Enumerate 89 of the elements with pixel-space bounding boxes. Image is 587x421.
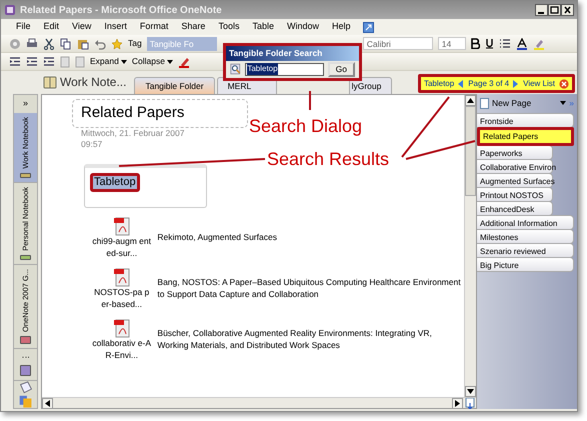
page-tab[interactable]: Frontside <box>477 112 574 128</box>
section-tab[interactable]: lyGroup <box>348 77 392 94</box>
menu-item[interactable]: View <box>71 20 92 34</box>
highlighted-note: Tabletop <box>90 173 140 192</box>
undo-icon[interactable] <box>94 38 106 50</box>
page-tab[interactable]: Collaborative Environ <box>477 158 553 174</box>
page-count: Page 3 of 4 <box>468 78 510 90</box>
tag-button[interactable]: Tag <box>128 37 142 50</box>
previous-icon[interactable] <box>458 80 464 88</box>
search-input[interactable]: Tabletop <box>245 62 324 76</box>
menu-item[interactable]: Share <box>180 20 206 34</box>
scroll-up-button[interactable] <box>465 95 476 106</box>
search-query: Tabletop <box>424 78 454 90</box>
window-title: Related Papers - Microsoft Office OneNote <box>20 4 222 18</box>
file-name[interactable]: chi99-augm ented-sur... <box>92 236 152 260</box>
font-color-icon[interactable] <box>516 38 528 50</box>
page-title: Related Papers <box>72 99 248 128</box>
menu-item[interactable]: Edit <box>42 20 60 34</box>
file-name[interactable]: collaborativ e-AR-Envi... <box>92 338 152 362</box>
indent-icon[interactable] <box>26 56 38 67</box>
expand-button[interactable]: » <box>22 95 28 113</box>
menu-item[interactable]: Help <box>331 20 352 34</box>
list-indent-icon[interactable] <box>43 56 55 67</box>
annotation-label: Search Results <box>267 148 390 171</box>
maximize-button[interactable] <box>548 4 561 16</box>
attachment-description: Büscher, Collaborative Augmented Reality Environments: Integrating VR, Working Materials, and Distributed Work Spaces <box>157 328 433 352</box>
dropdown-icon[interactable] <box>560 101 566 106</box>
leader-line <box>309 91 311 110</box>
caret-icon[interactable] <box>120 60 127 64</box>
menu-item[interactable]: Insert <box>103 20 128 34</box>
cut-icon[interactable] <box>43 38 55 50</box>
annotation-label: Search Dialog <box>249 115 362 138</box>
menu-item[interactable]: Format <box>138 20 170 34</box>
dialog-title: Tangible Folder Search <box>226 46 359 61</box>
list-icon[interactable] <box>498 38 511 49</box>
scroll-down-button[interactable] <box>465 386 476 397</box>
notebook-title: Work Note... <box>60 74 126 91</box>
pages-icon[interactable] <box>18 381 34 394</box>
collapse-button[interactable]: Collapse <box>132 55 173 68</box>
view-list-link[interactable]: View List <box>523 78 555 90</box>
page-tab[interactable]: Szenario reviewed <box>477 242 574 258</box>
paste-icon[interactable] <box>77 38 89 50</box>
bold-icon[interactable] <box>470 38 480 49</box>
close-button[interactable] <box>561 4 574 16</box>
underline-icon[interactable] <box>484 38 494 49</box>
page-tab[interactable]: Milestones <box>477 228 574 244</box>
file-name[interactable]: NOSTOS-pa per-based... <box>92 287 152 310</box>
new-page-button[interactable]: New Page <box>492 97 558 110</box>
app-icon <box>4 4 16 16</box>
go-button[interactable]: Go <box>328 62 355 77</box>
highlighter-icon[interactable] <box>532 38 545 50</box>
caret-icon[interactable] <box>166 60 173 64</box>
page-tab[interactable]: Printout NOSTOS <box>477 186 553 202</box>
outdent-icon[interactable] <box>9 56 21 67</box>
notebooks-icon[interactable] <box>18 394 34 408</box>
star-icon[interactable] <box>111 38 123 50</box>
pdf-file-icon[interactable] <box>114 217 130 236</box>
notebook-icon <box>43 75 57 89</box>
printer-icon[interactable] <box>26 38 38 50</box>
pdf-file-icon[interactable] <box>114 268 130 288</box>
copy-icon[interactable] <box>60 38 72 50</box>
menu-item[interactable]: Table <box>251 20 275 34</box>
menu-item[interactable]: Window <box>286 20 320 34</box>
close-icon[interactable] <box>559 78 569 88</box>
menu-item[interactable]: Tools <box>217 20 240 34</box>
scroll-thumb[interactable] <box>465 106 476 196</box>
next-icon[interactable] <box>513 80 520 88</box>
expand-button[interactable]: Expand <box>90 55 127 68</box>
section-tab[interactable]: Tangible Folder <box>134 77 215 94</box>
page-time: 09:57 <box>80 138 102 150</box>
page-date: Mittwoch, 21. Februar 2007 <box>80 128 184 139</box>
attachment-description: Bang, NOSTOS: A Paper–Based Ubiquitous Computing Healthcare Environment to Support Data Capture and Collaboration <box>157 277 462 302</box>
page-tab[interactable]: EnhancedDesk <box>477 200 553 216</box>
attachment-description: Rekimoto, Augmented Surfaces <box>157 232 278 244</box>
font-field[interactable]: Calibri <box>362 37 433 50</box>
search-icon[interactable] <box>230 62 242 76</box>
page-tab[interactable]: Additional Information <box>477 214 574 230</box>
scroll-right-button[interactable] <box>452 398 463 409</box>
page-tab[interactable]: Big Picture <box>477 256 574 272</box>
new-page-icon[interactable] <box>480 98 489 109</box>
resize-icon[interactable] <box>362 22 374 32</box>
menu-item[interactable]: File <box>15 20 32 34</box>
scroll-left-button[interactable] <box>42 398 53 409</box>
font-size-field[interactable]: 14 <box>438 37 466 50</box>
minimize-button[interactable] <box>535 4 548 16</box>
page-tab[interactable]: Augmented Surfaces <box>477 172 553 188</box>
page-view-icon[interactable] <box>464 398 476 409</box>
pdf-file-icon[interactable] <box>114 319 130 338</box>
page-tab[interactable]: Related Papers <box>477 126 574 146</box>
